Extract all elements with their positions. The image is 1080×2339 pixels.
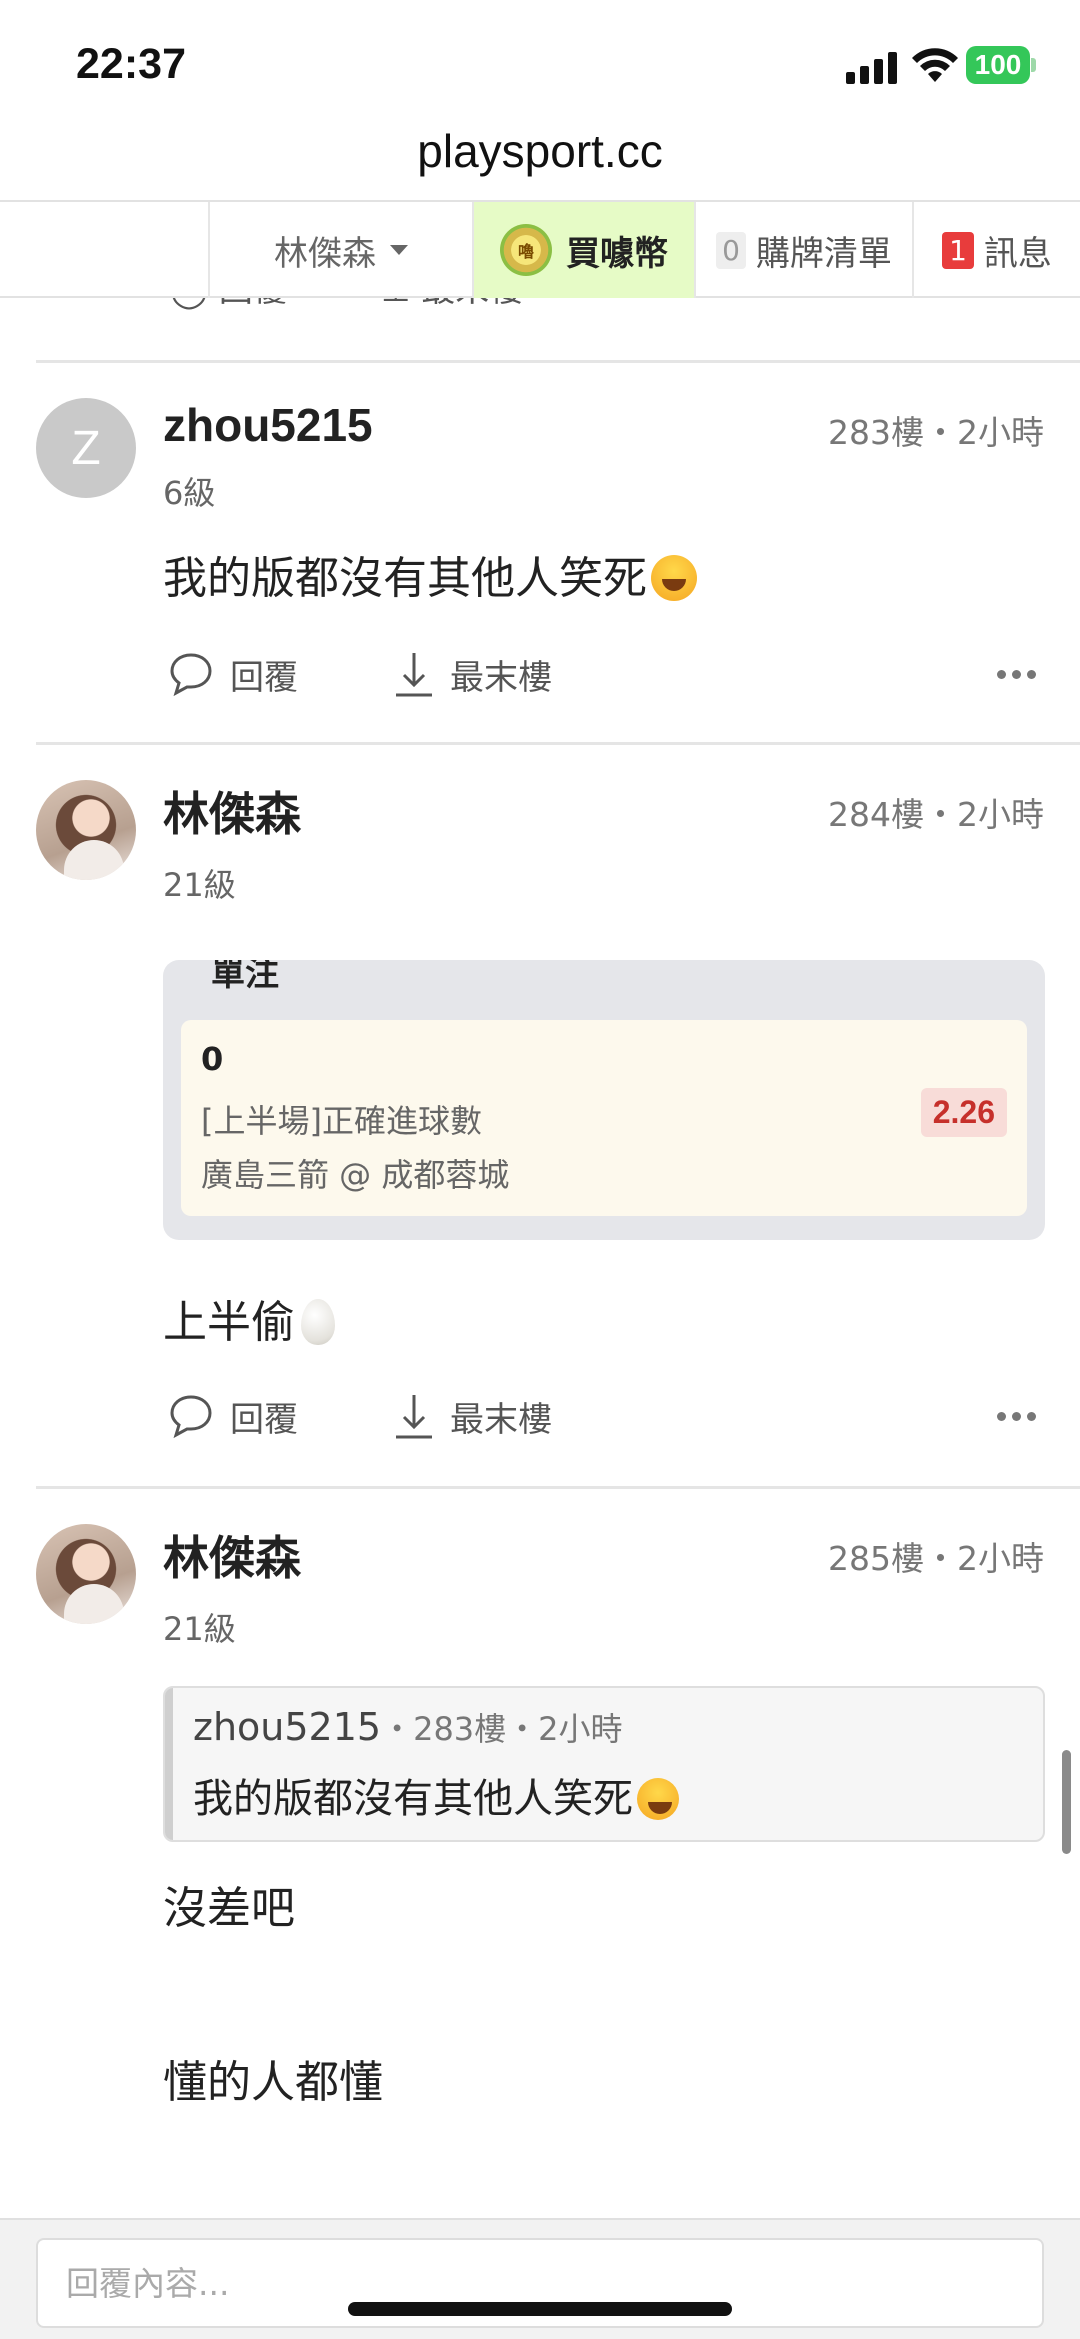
scrollbar[interactable] bbox=[1062, 1750, 1071, 1854]
post-meta: 285樓・2小時 bbox=[828, 1539, 1044, 1578]
bet-detail: 0 [上半場]正確進球數 廣島三箭 @ 成都蓉城 2.26 bbox=[181, 1020, 1027, 1216]
buy-coin-button[interactable]: 嚕 買噱幣 bbox=[472, 202, 694, 298]
post-author[interactable]: zhou5215 bbox=[163, 398, 373, 452]
post-284: 林傑森 21級 284樓・2小時 單注 0 [上半場]正確進球數 廣島三箭 @ … bbox=[0, 744, 1080, 1484]
comment-icon bbox=[170, 653, 212, 697]
post-level: 21級 bbox=[163, 866, 236, 904]
bet-type: [上半場]正確進球數 bbox=[201, 1102, 482, 1140]
quote-author: zhou5215 bbox=[193, 1705, 382, 1749]
post-text: 我的版都沒有其他人笑死 bbox=[163, 542, 697, 606]
more-options-icon[interactable] bbox=[986, 1386, 1046, 1446]
post-author[interactable]: 林傑森 bbox=[163, 778, 301, 844]
messages-label: 訊息 bbox=[983, 233, 1052, 274]
post-text: 上半偷 bbox=[163, 1286, 335, 1350]
user-menu[interactable]: 林傑森 bbox=[208, 202, 472, 298]
post-283: Z zhou5215 6級 283樓・2小時 我的版都沒有其他人笑死 回覆 最末… bbox=[0, 362, 1080, 742]
avatar[interactable] bbox=[36, 780, 136, 880]
last-floor-button[interactable]: 最末樓 bbox=[392, 1386, 552, 1446]
battery-icon: 100 bbox=[966, 46, 1036, 84]
bet-odds-badge: 2.26 bbox=[920, 1088, 1007, 1137]
last-floor-label: 最末樓 bbox=[450, 657, 552, 698]
last-floor-button[interactable]: ⊥ 最末樓 bbox=[381, 298, 523, 311]
status-bar: 22:37 100 bbox=[0, 0, 1080, 120]
status-time: 22:37 bbox=[76, 40, 186, 88]
url-bar[interactable]: playsport.cc bbox=[0, 124, 1080, 178]
more-options-icon[interactable] bbox=[986, 644, 1046, 704]
post-285: 林傑森 21級 285樓・2小時 zhou5215・283樓・2小時 我的版都沒… bbox=[0, 1488, 1080, 2208]
user-menu-label: 林傑森 bbox=[274, 233, 376, 274]
reply-button[interactable]: 回覆 bbox=[166, 1386, 298, 1446]
quote-text: 我的版都沒有其他人笑死 bbox=[193, 1766, 679, 1824]
post-author[interactable]: 林傑森 bbox=[163, 1522, 301, 1588]
post-meta: 284樓・2小時 bbox=[828, 795, 1044, 834]
reply-bar bbox=[0, 2218, 1080, 2339]
quoted-post[interactable]: zhou5215・283樓・2小時 我的版都沒有其他人笑死 bbox=[163, 1686, 1045, 1842]
caret-down-icon bbox=[390, 245, 408, 255]
home-indicator[interactable] bbox=[348, 2302, 732, 2316]
bet-match: 廣島三箭 @ 成都蓉城 bbox=[201, 1156, 510, 1194]
egg-emoji-icon bbox=[301, 1299, 335, 1345]
quote-header: zhou5215・283樓・2小時 bbox=[193, 1704, 623, 1750]
post-text-line: 沒差吧 bbox=[163, 1883, 295, 1934]
avatar[interactable]: Z bbox=[36, 398, 136, 498]
last-floor-button[interactable]: 最末樓 bbox=[392, 644, 552, 704]
reply-button[interactable]: ◯ 回覆 bbox=[170, 298, 287, 311]
post-actions: 回覆 最末樓 bbox=[166, 644, 1046, 704]
post-level: 21級 bbox=[163, 1610, 236, 1648]
comment-icon bbox=[170, 1395, 212, 1439]
bet-value: 0 bbox=[201, 1040, 224, 1078]
post-level: 6級 bbox=[163, 474, 216, 512]
previous-post-actions: ◯ 回覆 ⊥ 最末樓 bbox=[0, 298, 1080, 362]
battery-level: 100 bbox=[966, 46, 1030, 84]
post-meta: 283樓・2小時 bbox=[828, 413, 1044, 452]
cellular-signal-icon bbox=[846, 50, 898, 84]
coin-icon: 嚕 bbox=[500, 224, 552, 276]
messages-button[interactable]: 1 訊息 bbox=[912, 202, 1080, 298]
post-actions: 回覆 最末樓 bbox=[166, 1386, 1046, 1446]
top-nav: 林傑森 嚕 買噱幣 0 購牌清單 1 訊息 bbox=[0, 200, 1080, 298]
bet-card[interactable]: 單注 0 [上半場]正確進球數 廣島三箭 @ 成都蓉城 2.26 bbox=[163, 960, 1045, 1240]
laughing-emoji-icon bbox=[651, 555, 697, 601]
cart-label: 購牌清單 bbox=[755, 233, 892, 274]
avatar[interactable] bbox=[36, 1524, 136, 1624]
bet-header: 單注 bbox=[211, 960, 279, 994]
buy-coin-label: 買噱幣 bbox=[566, 233, 668, 274]
cart-button[interactable]: 0 購牌清單 bbox=[694, 202, 912, 298]
reply-button[interactable]: 回覆 bbox=[166, 644, 298, 704]
last-floor-label: 最末樓 bbox=[450, 1399, 552, 1440]
post-text-line: 懂的人都懂 bbox=[163, 2057, 383, 2108]
message-count-badge: 1 bbox=[942, 231, 974, 269]
quote-meta: ・283樓・2小時 bbox=[381, 1710, 623, 1748]
reply-label: 回覆 bbox=[230, 1399, 298, 1440]
download-arrow-icon bbox=[396, 1395, 432, 1439]
wifi-icon bbox=[912, 48, 958, 82]
reply-label: 回覆 bbox=[230, 657, 298, 698]
download-arrow-icon bbox=[396, 653, 432, 697]
laughing-emoji-icon bbox=[637, 1778, 679, 1820]
cart-count-badge: 0 bbox=[716, 231, 746, 269]
